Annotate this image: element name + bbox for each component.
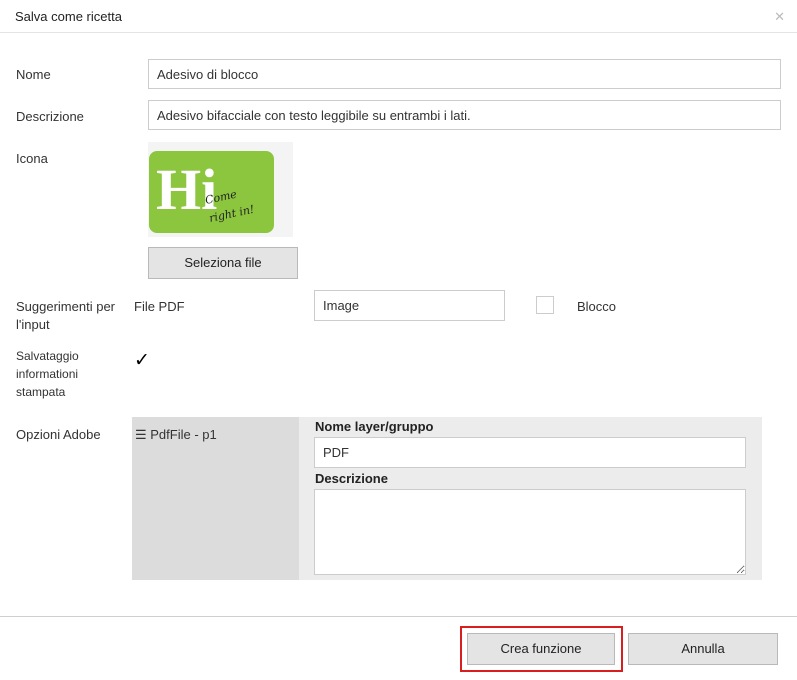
select-file-button[interactable]: Seleziona file	[148, 247, 298, 279]
description-field[interactable]	[148, 100, 781, 130]
layer-name-field[interactable]	[314, 437, 746, 468]
adobe-options-label: Opzioni Adobe	[16, 427, 101, 442]
layer-description-label: Descrizione	[315, 471, 388, 486]
icon-preview: Hi Come right in!	[148, 142, 293, 237]
image-field[interactable]	[314, 290, 505, 321]
icon-label: Icona	[16, 151, 48, 166]
layer-name-label: Nome layer/gruppo	[315, 419, 434, 434]
save-print-info-label: Salvataggio informationi stampata	[16, 349, 79, 399]
description-label: Descrizione	[16, 109, 84, 124]
name-field[interactable]	[148, 59, 781, 89]
dialog-title: Salva come ricetta	[15, 9, 122, 24]
layer-list-item[interactable]: ☰ PdfFile - p1	[132, 422, 298, 450]
footer-divider	[0, 616, 797, 617]
name-label: Nome	[16, 67, 51, 82]
layer-description-field[interactable]	[314, 489, 746, 575]
recipe-icon-image: Hi Come right in!	[149, 151, 274, 233]
dialog-header: Salva come ricetta ✕	[0, 0, 797, 33]
create-function-button[interactable]: Crea funzione	[467, 633, 615, 665]
block-checkbox[interactable]	[536, 296, 554, 314]
pdf-file-label: File PDF	[134, 299, 185, 314]
block-label: Blocco	[577, 299, 617, 314]
cancel-button[interactable]: Annulla	[628, 633, 778, 665]
close-icon[interactable]: ✕	[774, 10, 785, 23]
input-hints-label: Suggerimenti per l'input	[16, 299, 115, 332]
save-print-info-checkbox[interactable]: ✓	[134, 351, 150, 371]
